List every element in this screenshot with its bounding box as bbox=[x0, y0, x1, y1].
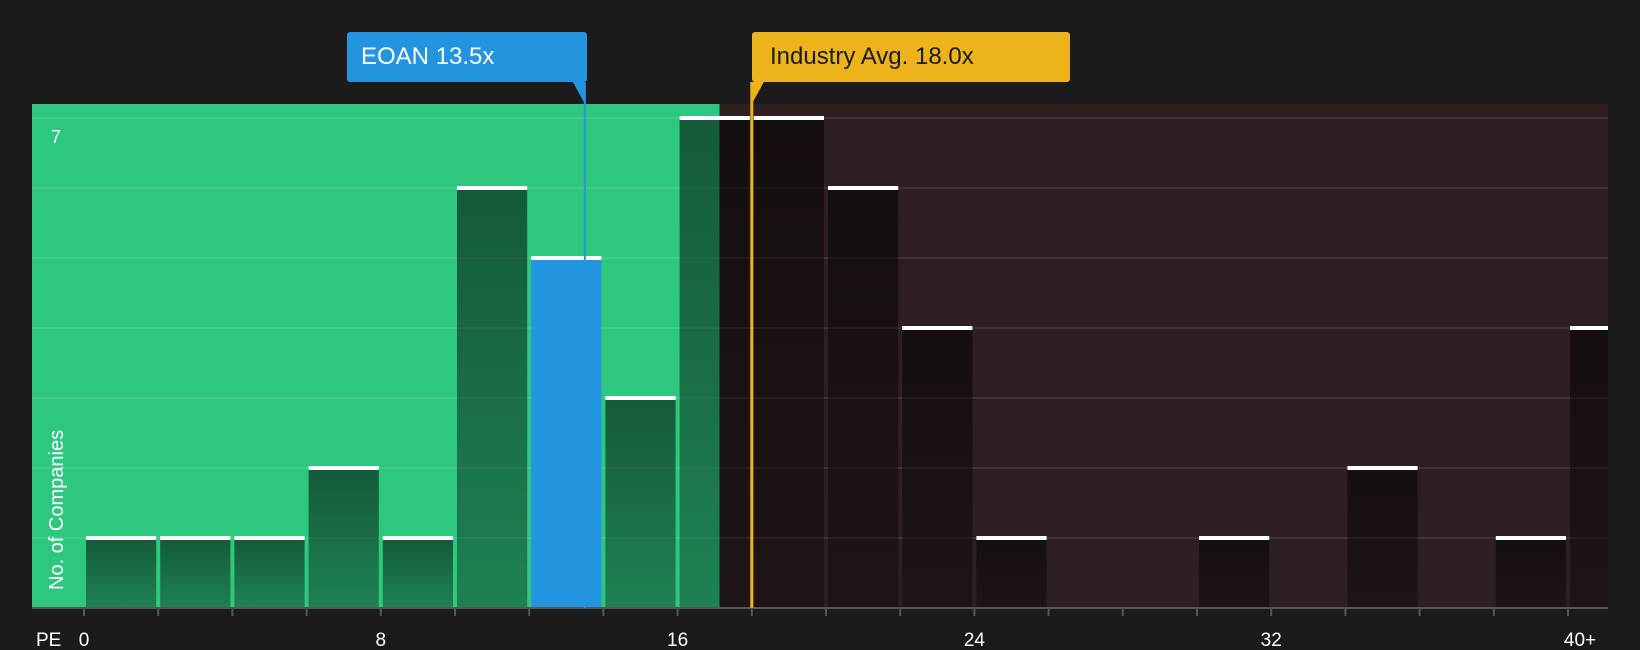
histogram-bar bbox=[382, 538, 453, 608]
histogram-bar-cap bbox=[679, 116, 750, 120]
company-callout-pointer bbox=[572, 82, 585, 104]
histogram-bar bbox=[828, 188, 899, 608]
histogram-bar-cap bbox=[160, 536, 231, 540]
histogram-bar bbox=[531, 258, 602, 608]
x-axis-label: PE bbox=[36, 630, 61, 650]
histogram-bar-cap bbox=[457, 186, 528, 190]
histogram-bar bbox=[1570, 328, 1608, 608]
histogram-bar-cap bbox=[976, 536, 1047, 540]
x-tick-label: 24 bbox=[964, 630, 986, 650]
histogram-bar bbox=[753, 118, 824, 608]
histogram-bar bbox=[902, 328, 973, 608]
histogram-bar bbox=[234, 538, 305, 608]
x-tick-label: 40+ bbox=[1564, 630, 1596, 650]
histogram-bar-cap bbox=[531, 256, 602, 260]
histogram-bar-cap bbox=[605, 396, 676, 400]
x-tick-label: 0 bbox=[79, 630, 90, 650]
histogram-bar bbox=[976, 538, 1047, 608]
pe-distribution-chart: 0 8 16 24 32 40+ No. of Companies 7 PE bbox=[32, 82, 1608, 650]
industry-pe-value: 18.0x bbox=[914, 43, 974, 70]
company-pe-value: 13.5x bbox=[435, 43, 495, 70]
industry-label: Industry Avg. bbox=[770, 43, 909, 70]
histogram-bar-cap bbox=[828, 186, 899, 190]
histogram-bar bbox=[308, 468, 379, 608]
histogram-bar-cap bbox=[753, 116, 824, 120]
company-label: EOAN bbox=[361, 43, 430, 70]
y-axis-label: No. of Companies bbox=[46, 430, 68, 590]
x-tick-label: 32 bbox=[1261, 630, 1282, 650]
histogram-bar bbox=[679, 118, 750, 608]
histogram-bar bbox=[1495, 538, 1566, 608]
histogram-bar bbox=[1347, 468, 1418, 608]
histogram-bar bbox=[86, 538, 157, 608]
x-tick-label: 16 bbox=[667, 630, 688, 650]
histogram-bar bbox=[1199, 538, 1270, 608]
histogram-bar-cap bbox=[308, 466, 379, 470]
histogram-bar-cap bbox=[1570, 326, 1608, 330]
histogram-bar-cap bbox=[902, 326, 973, 330]
histogram-bar-cap bbox=[382, 536, 453, 540]
histogram-bar bbox=[457, 188, 528, 608]
histogram-bar bbox=[605, 398, 676, 608]
histogram-bar-cap bbox=[1347, 466, 1418, 470]
company-pe-callout: EOAN 13.5x bbox=[347, 32, 587, 82]
histogram-bar-cap bbox=[1199, 536, 1270, 540]
histogram-bar-cap bbox=[86, 536, 157, 540]
histogram-bar bbox=[160, 538, 231, 608]
histogram-bar-cap bbox=[234, 536, 305, 540]
histogram-bar-cap bbox=[1495, 536, 1566, 540]
x-axis: 0 8 16 24 32 40+ bbox=[32, 607, 1608, 650]
x-tick-label: 8 bbox=[376, 630, 387, 650]
y-tick-label: 7 bbox=[51, 127, 61, 147]
industry-avg-callout: Industry Avg. 18.0x bbox=[752, 32, 1070, 82]
industry-callout-pointer bbox=[751, 82, 764, 104]
